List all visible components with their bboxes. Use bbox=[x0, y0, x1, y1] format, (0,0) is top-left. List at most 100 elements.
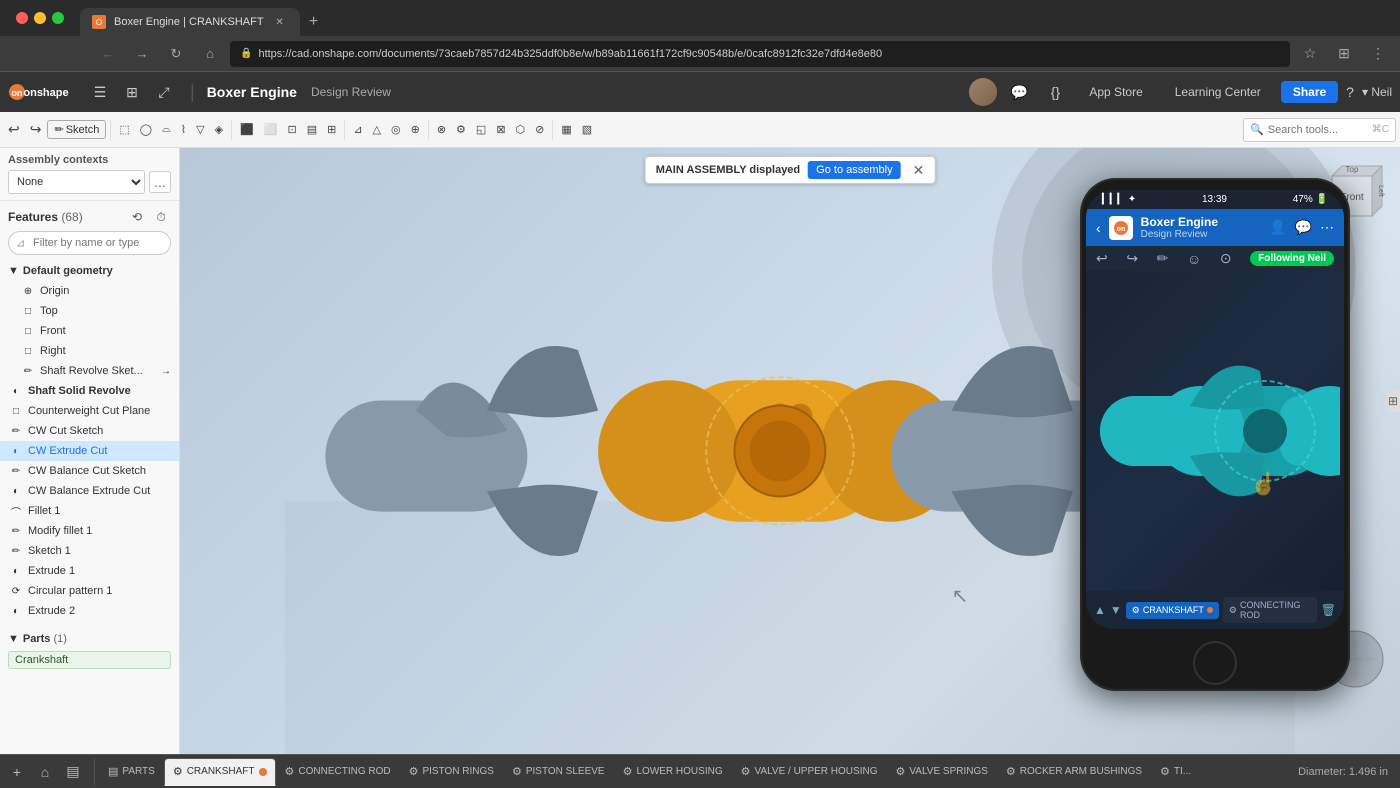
user-name-label[interactable]: ▾ Neil bbox=[1362, 85, 1392, 99]
grid-button[interactable]: ⊞ bbox=[118, 78, 146, 106]
bottom-tab-lower-housing[interactable]: ⚙ LOWER HOUSING bbox=[614, 758, 732, 786]
sketch-button[interactable]: ✏ Sketch bbox=[47, 120, 106, 139]
toolbar-btn-9[interactable]: ⊡ bbox=[283, 116, 300, 144]
toolbar-btn-6[interactable]: ◈ bbox=[211, 116, 227, 144]
traffic-light-fullscreen[interactable] bbox=[52, 12, 64, 24]
bookmark-button[interactable]: ☆ bbox=[1296, 40, 1324, 68]
toolbar-btn-20[interactable]: ⬡ bbox=[512, 116, 530, 144]
feature-item-right[interactable]: □ Right bbox=[0, 341, 179, 361]
traffic-light-minimize[interactable] bbox=[34, 12, 46, 24]
feature-item-cw-balance-extrude[interactable]: ◐ CW Balance Extrude Cut bbox=[0, 481, 179, 501]
go-to-assembly-button[interactable]: Go to assembly bbox=[808, 161, 900, 179]
browser-menu-button[interactable]: ⋮ bbox=[1364, 40, 1392, 68]
bottom-tab-ti[interactable]: ⚙ TI... bbox=[1151, 758, 1200, 786]
bottom-tab-piston-sleeve[interactable]: ⚙ PISTON SLEEVE bbox=[503, 758, 614, 786]
feature-item-extrude1[interactable]: ◐ Extrude 1 bbox=[0, 561, 179, 581]
default-geometry-header[interactable]: ▼ Default geometry bbox=[8, 263, 171, 279]
folder-tab-button[interactable]: ▤ bbox=[60, 759, 86, 785]
bottom-tab-parts[interactable]: ▤ PARTS bbox=[99, 758, 164, 786]
toolbar-btn-3[interactable]: ⌓ bbox=[158, 116, 175, 144]
parts-header[interactable]: ▼ Parts (1) bbox=[8, 631, 171, 647]
feature-item-sketch1[interactable]: ✏ Sketch 1 bbox=[0, 541, 179, 561]
toolbar-btn-7[interactable]: ⬛ bbox=[236, 116, 258, 144]
phone-back-button[interactable]: ‹ bbox=[1096, 220, 1101, 236]
viewport[interactable]: ↖ MAIN ASSEMBLY displayed Go to assembly… bbox=[180, 148, 1400, 754]
toolbar-btn-1[interactable]: ⬚ bbox=[115, 116, 133, 144]
bottom-tab-crankshaft[interactable]: ⚙ CRANKSHAFT bbox=[164, 758, 276, 786]
context-more-button[interactable]: ... bbox=[149, 171, 171, 193]
phone-edit[interactable]: ✏ bbox=[1157, 250, 1169, 267]
home-tab-button[interactable]: ⌂ bbox=[32, 759, 58, 785]
feature-item-cw-cut-sketch[interactable]: ✏ CW Cut Sketch bbox=[0, 421, 179, 441]
feature-item-origin[interactable]: ⊕ Origin bbox=[0, 281, 179, 301]
feature-item-extrude2[interactable]: ◐ Extrude 2 bbox=[0, 601, 179, 621]
feature-item-shaft-sketch[interactable]: ✏ Shaft Revolve Sket... → bbox=[0, 361, 179, 381]
toolbar-btn-11[interactable]: ⊞ bbox=[323, 116, 340, 144]
toolbar-btn-8[interactable]: ⬜ bbox=[260, 116, 282, 144]
bottom-tab-valve-upper[interactable]: ⚙ VALVE / UPPER HOUSING bbox=[732, 758, 887, 786]
extensions-button[interactable]: ⊞ bbox=[1330, 40, 1358, 68]
search-tools-input[interactable] bbox=[1268, 124, 1368, 136]
toolbar-btn-21[interactable]: ⊘ bbox=[531, 116, 548, 144]
undo-button[interactable]: ↩ bbox=[4, 116, 24, 144]
url-bar[interactable]: 🔒 https://cad.onshape.com/documents/73ca… bbox=[230, 41, 1290, 67]
phone-emoji[interactable]: ☺ bbox=[1187, 251, 1201, 267]
add-tab-button[interactable]: + bbox=[4, 759, 30, 785]
bottom-tab-valve-springs[interactable]: ⚙ VALVE SPRINGS bbox=[886, 758, 996, 786]
phone-redo[interactable]: ↪ bbox=[1126, 250, 1138, 267]
toolbar-btn-17[interactable]: ⚙ bbox=[452, 116, 470, 144]
phone-nav-down[interactable]: ▼ bbox=[1110, 603, 1122, 617]
phone-3d[interactable]: ⊙ bbox=[1220, 250, 1232, 267]
home-button[interactable]: ⌂ bbox=[196, 40, 224, 68]
feature-item-cw-cut-plane[interactable]: □ Counterweight Cut Plane bbox=[0, 401, 179, 421]
phone-tab-connecting-rod[interactable]: ⚙ CONNECTING ROD bbox=[1223, 597, 1317, 623]
refresh-button[interactable]: ↻ bbox=[162, 40, 190, 68]
share-button[interactable]: Share bbox=[1281, 81, 1338, 103]
phone-tab-crankshaft[interactable]: ⚙ CRANKSHAFT bbox=[1126, 602, 1219, 619]
code-button[interactable]: {} bbox=[1041, 78, 1069, 106]
toolbar-btn-14[interactable]: ◎ bbox=[387, 116, 405, 144]
feature-item-front[interactable]: □ Front bbox=[0, 321, 179, 341]
learning-center-button[interactable]: Learning Center bbox=[1163, 81, 1273, 103]
new-tab-button[interactable]: + bbox=[300, 8, 328, 36]
toolbar-btn-2[interactable]: ◯ bbox=[136, 116, 156, 144]
parts-item-crankshaft[interactable]: Crankshaft bbox=[8, 651, 171, 669]
toolbar-btn-19[interactable]: ⊠ bbox=[492, 116, 509, 144]
feature-item-top[interactable]: □ Top bbox=[0, 301, 179, 321]
toolbar-btn-5[interactable]: ▽ bbox=[192, 116, 208, 144]
toolbar-btn-18[interactable]: ◱ bbox=[472, 116, 490, 144]
redo-button[interactable]: ↪ bbox=[26, 116, 46, 144]
toolbar-btn-4[interactable]: ⌇ bbox=[177, 116, 190, 144]
transform-button[interactable]: ⤢ bbox=[150, 78, 178, 106]
feature-item-fillet[interactable]: ⌒ Fillet 1 bbox=[0, 501, 179, 521]
phone-follow-icon[interactable]: 👤 bbox=[1269, 219, 1286, 236]
tab-close-button[interactable]: ✕ bbox=[272, 14, 288, 30]
phone-comment-icon[interactable]: 💬 bbox=[1295, 219, 1312, 236]
app-store-button[interactable]: App Store bbox=[1077, 81, 1154, 103]
filter-input[interactable] bbox=[8, 231, 171, 255]
phone-home-button[interactable] bbox=[1193, 641, 1237, 685]
feature-list-toggle[interactable]: ⟲ bbox=[127, 207, 147, 227]
phone-nav-up[interactable]: ▲ bbox=[1094, 603, 1106, 617]
toolbar-btn-22[interactable]: ▦ bbox=[557, 116, 575, 144]
phone-more-icon[interactable]: ⋯ bbox=[1320, 219, 1334, 236]
toolbar-btn-23[interactable]: ▧ bbox=[578, 116, 596, 144]
traffic-light-close[interactable] bbox=[16, 12, 28, 24]
forward-button[interactable]: → bbox=[128, 40, 156, 68]
toolbar-btn-12[interactable]: ⊿ bbox=[349, 116, 366, 144]
side-panel-toggle[interactable]: ⊞ bbox=[1386, 390, 1400, 412]
toolbar-btn-10[interactable]: ▤ bbox=[303, 116, 321, 144]
phone-undo[interactable]: ↩ bbox=[1096, 250, 1108, 267]
chat-button[interactable]: 💬 bbox=[1005, 78, 1033, 106]
assembly-context-select[interactable]: None bbox=[8, 170, 145, 194]
menu-button[interactable]: ☰ bbox=[86, 78, 114, 106]
feature-item-modify-fillet[interactable]: ✏ Modify fillet 1 bbox=[0, 521, 179, 541]
bottom-tab-connecting-rod[interactable]: ⚙ CONNECTING ROD bbox=[276, 758, 400, 786]
toolbar-btn-13[interactable]: △ bbox=[369, 116, 385, 144]
feature-item-cw-balance-sketch[interactable]: ✏ CW Balance Cut Sketch bbox=[0, 461, 179, 481]
bottom-tab-rocker-arm[interactable]: ⚙ ROCKER ARM BUSHINGS bbox=[997, 758, 1151, 786]
help-button[interactable]: ? bbox=[1346, 84, 1354, 100]
feature-item-cw-extrude[interactable]: ◐ CW Extrude Cut bbox=[0, 441, 179, 461]
feature-item-circular-pattern[interactable]: ⟳ Circular pattern 1 bbox=[0, 581, 179, 601]
toolbar-btn-15[interactable]: ⊕ bbox=[407, 116, 424, 144]
